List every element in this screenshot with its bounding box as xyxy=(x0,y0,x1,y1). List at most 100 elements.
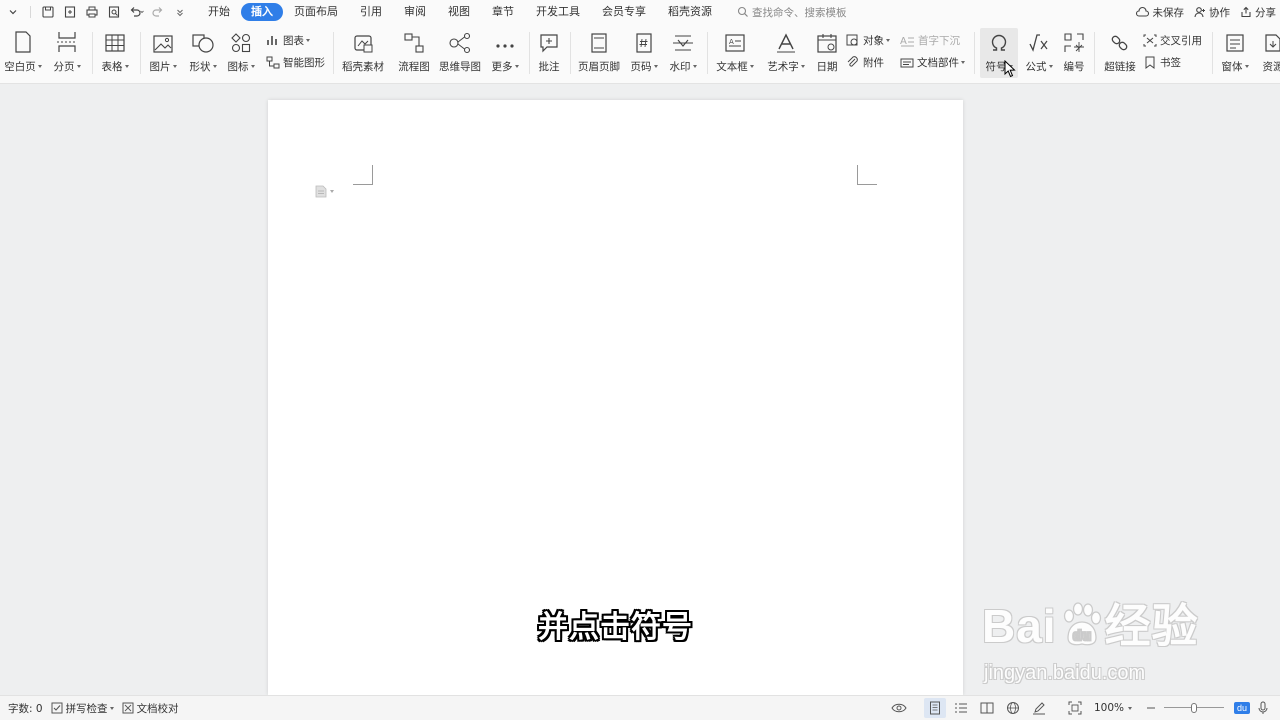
write-mode-icon[interactable] xyxy=(1028,698,1050,718)
dropdown-caret-icon[interactable] xyxy=(1127,706,1132,710)
zoom-level[interactable]: 100% xyxy=(1094,702,1132,714)
flowchart-button[interactable]: 流程图 xyxy=(394,28,434,78)
blank-page-icon xyxy=(15,31,31,53)
redo-icon[interactable] xyxy=(147,1,169,23)
picture-button[interactable]: 图片 xyxy=(146,28,180,78)
unsaved-label: 未保存 xyxy=(1152,6,1185,19)
menu-chevron-icon[interactable] xyxy=(2,1,24,23)
dropdown-caret-icon[interactable] xyxy=(37,65,42,68)
table-button[interactable]: 表格 xyxy=(98,28,132,78)
cross-reference-button[interactable]: 交叉引用 xyxy=(1143,30,1202,50)
page-view-icon[interactable] xyxy=(923,698,946,718)
dropdown-caret-icon[interactable] xyxy=(109,706,114,710)
dropdown-caret-icon[interactable] xyxy=(1048,65,1053,68)
comment-button[interactable]: 批注 xyxy=(534,28,564,78)
share-button[interactable]: 分享 xyxy=(1240,5,1276,20)
watermark-button[interactable]: 水印 xyxy=(666,28,700,78)
eye-protect-icon[interactable] xyxy=(888,698,910,718)
shape-button[interactable]: 形状 xyxy=(186,28,220,78)
formula-button[interactable]: 公式 xyxy=(1022,28,1056,78)
command-search[interactable]: 查找命令、搜索模板 xyxy=(737,5,847,20)
tab-page-layout[interactable]: 页面布局 xyxy=(283,3,349,21)
document-page[interactable]: 并点击符号 xyxy=(268,100,963,695)
page-number-button[interactable]: 页码 xyxy=(627,28,661,78)
resource-button[interactable]: 资源 xyxy=(1256,28,1280,78)
form-window-button[interactable]: 窗体 xyxy=(1218,28,1252,78)
zoom-slider-knob[interactable] xyxy=(1190,703,1197,713)
dropdown-caret-icon[interactable] xyxy=(653,65,658,68)
microphone-icon[interactable] xyxy=(1252,698,1274,718)
dropdown-caret-icon[interactable] xyxy=(330,190,334,193)
header-footer-button[interactable]: 页眉页脚 xyxy=(576,28,622,78)
icon-library-icon xyxy=(231,33,251,53)
dropdown-caret-icon[interactable] xyxy=(212,65,217,68)
dropdown-caret-icon[interactable] xyxy=(749,65,754,68)
export-pdf-icon[interactable] xyxy=(59,1,81,23)
smart-art-button[interactable]: 智能图形 xyxy=(266,52,325,72)
outline-view-icon[interactable] xyxy=(950,698,972,718)
dropdown-caret-icon[interactable] xyxy=(172,65,177,68)
attachment-button[interactable]: 附件 xyxy=(846,52,884,72)
dropdown-caret-icon[interactable] xyxy=(306,38,310,42)
bookmark-button[interactable]: 书签 xyxy=(1143,52,1181,72)
chart-button[interactable]: 图表 xyxy=(266,30,310,50)
print-preview-icon[interactable] xyxy=(103,1,125,23)
zoom-slider[interactable] xyxy=(1163,702,1224,714)
object-button[interactable]: 对象 xyxy=(846,30,890,50)
tab-docer-resources[interactable]: 稻壳资源 xyxy=(657,3,723,21)
undo-icon[interactable] xyxy=(125,1,147,23)
read-view-icon[interactable] xyxy=(976,698,998,718)
tab-insert[interactable]: 插入 xyxy=(241,3,283,21)
svg-text:A: A xyxy=(729,38,734,46)
material-icon xyxy=(354,35,373,53)
dropdown-caret-icon[interactable] xyxy=(76,65,81,68)
dropdown-caret-icon[interactable] xyxy=(692,65,697,68)
tab-references[interactable]: 引用 xyxy=(349,3,393,21)
paragraph-layout-icon[interactable] xyxy=(315,185,334,198)
dropdown-caret-icon[interactable] xyxy=(124,65,129,68)
mindmap-button[interactable]: 思维导图 xyxy=(438,28,482,78)
fit-page-icon[interactable] xyxy=(1064,698,1086,718)
bar-chart-icon xyxy=(267,36,277,45)
tab-review[interactable]: 审阅 xyxy=(393,3,437,21)
cross-reference-icon xyxy=(1143,34,1157,46)
tab-member[interactable]: 会员专享 xyxy=(591,3,657,21)
collab-button[interactable]: 协作 xyxy=(1194,5,1230,20)
tab-section[interactable]: 章节 xyxy=(481,3,525,21)
print-icon[interactable] xyxy=(81,1,103,23)
web-view-icon[interactable] xyxy=(1002,698,1024,718)
dropdown-caret-icon[interactable] xyxy=(886,38,890,42)
dropdown-caret-icon[interactable] xyxy=(800,65,805,68)
spell-check-button[interactable]: 拼写检查 xyxy=(51,701,114,716)
tab-home[interactable]: 开始 xyxy=(197,3,241,21)
dropdown-caret-icon[interactable] xyxy=(250,65,255,68)
wordart-button[interactable]: 艺术字 xyxy=(764,28,808,78)
save-icon[interactable] xyxy=(37,1,59,23)
textbox-button[interactable]: A 文本框 xyxy=(713,28,757,78)
du-badge[interactable]: du xyxy=(1233,702,1250,714)
divider xyxy=(570,32,571,74)
more-button[interactable]: 更多 xyxy=(488,28,522,78)
hyperlink-button[interactable]: 超链接 xyxy=(1100,28,1140,78)
customize-toolbar-icon[interactable] xyxy=(169,1,191,23)
unsaved-button[interactable]: 未保存 xyxy=(1135,5,1185,20)
icon-library-button[interactable]: 图标 xyxy=(224,28,258,78)
zoom-out-icon[interactable] xyxy=(1140,698,1162,718)
dropdown-caret-icon[interactable] xyxy=(514,65,519,68)
dropdown-caret-icon[interactable] xyxy=(961,60,965,64)
doc-parts-label: 文档部件 xyxy=(917,56,959,69)
tab-view[interactable]: 视图 xyxy=(437,3,481,21)
date-button[interactable]: 日期 xyxy=(813,28,841,78)
proofread-button[interactable]: 文档校对 xyxy=(122,701,179,716)
watermark-label: 水印 xyxy=(669,61,691,73)
doc-parts-button[interactable]: 文档部件 xyxy=(900,52,965,72)
numbering-button[interactable]: 编号 xyxy=(1060,28,1088,78)
docer-material-button[interactable]: 稻壳素材 xyxy=(340,28,386,78)
tab-developer[interactable]: 开发工具 xyxy=(525,3,591,21)
drop-cap-button[interactable]: A 首字下沉 xyxy=(900,30,960,50)
page-break-button[interactable]: 分页 xyxy=(50,28,84,78)
blank-page-button[interactable]: 空白页 xyxy=(2,28,44,78)
word-count[interactable]: 字数: 0 xyxy=(8,701,43,716)
dropdown-caret-icon[interactable] xyxy=(1244,65,1249,68)
table-label: 表格 xyxy=(101,61,123,73)
